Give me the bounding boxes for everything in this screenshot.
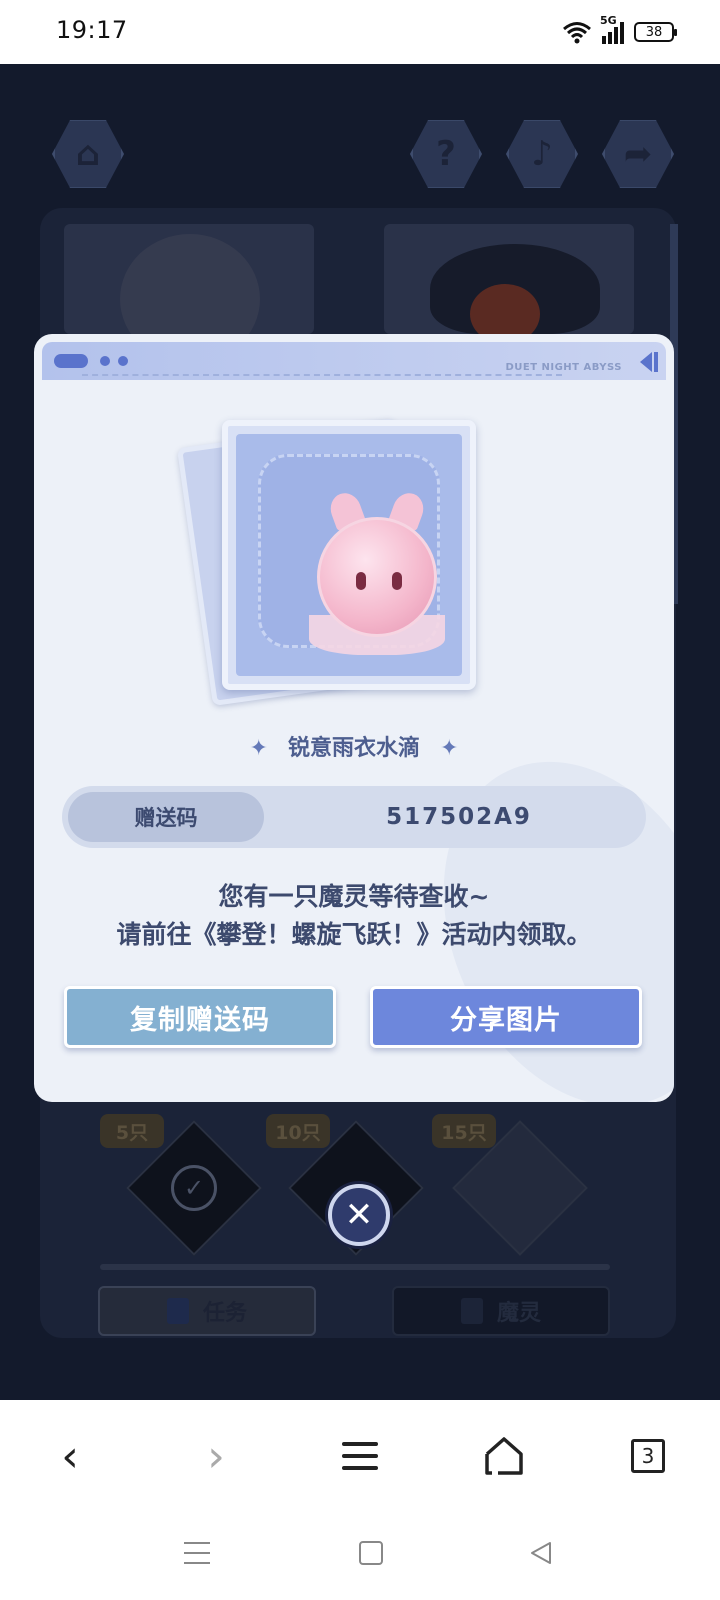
milestone-tag-15: 15只	[432, 1114, 496, 1148]
notice-line-1: 您有一只魔灵等待查收~	[218, 882, 490, 911]
card-front	[222, 420, 476, 690]
share-icon[interactable]: ➦	[602, 120, 674, 188]
tabs-button[interactable]: 3	[618, 1426, 678, 1486]
header-divider	[82, 374, 562, 376]
system-home-icon[interactable]	[356, 1538, 386, 1568]
back-icon[interactable]: ‹	[40, 1426, 100, 1486]
header-pill-icon	[54, 354, 88, 368]
milestone-progress-track	[100, 1264, 610, 1270]
forward-icon[interactable]: ›	[186, 1426, 246, 1486]
help-icon[interactable]: ?	[410, 120, 482, 188]
header-dot-icon	[100, 356, 110, 366]
header-dot-icon	[118, 356, 128, 366]
sparkle-icon: ✦	[249, 736, 268, 761]
system-navigation-bar	[0, 1510, 720, 1600]
gift-notice: 您有一只魔灵等待查收~ 请前往《攀登！螺旋飞跃！》活动内领取。	[34, 878, 674, 954]
tab-task-label: 任务	[202, 1301, 247, 1326]
recent-apps-icon[interactable]	[182, 1538, 212, 1568]
close-icon[interactable]: ✕	[328, 1184, 390, 1246]
gift-code-dialog: DUET NIGHT ABYSS ✦ 锐意雨衣水滴 ✦ 赠送码 517502A9…	[34, 334, 674, 1102]
check-icon: ✓	[171, 1165, 217, 1211]
wifi-icon	[563, 22, 591, 44]
milestone-tag-10: 10只	[266, 1114, 330, 1148]
tab-spirit[interactable]: 魔灵	[392, 1286, 610, 1336]
music-icon[interactable]: ♪	[506, 120, 578, 188]
gift-code-value[interactable]: 517502A9	[282, 786, 636, 848]
house-icon	[485, 1437, 523, 1475]
character-witch-hat	[430, 244, 600, 344]
milestone-tag-5: 5只	[100, 1114, 164, 1148]
gift-code-label: 赠送码	[68, 792, 264, 842]
status-bar: 19:17 5G 38	[0, 0, 720, 64]
header-bar-icon	[654, 352, 658, 372]
status-time: 19:17	[56, 16, 128, 44]
share-image-button[interactable]: 分享图片	[370, 986, 642, 1048]
tab-task[interactable]: 任务	[98, 1286, 316, 1336]
header-brand: DUET NIGHT ABYSS	[505, 362, 622, 373]
system-back-icon[interactable]	[526, 1538, 556, 1568]
battery-indicator: 38	[634, 22, 677, 42]
task-icon	[166, 1298, 189, 1324]
spirit-icon	[460, 1298, 483, 1324]
item-name: 锐意雨衣水滴	[287, 736, 420, 761]
browser-toolbar: ‹ › 3	[0, 1400, 720, 1510]
tab-spirit-label: 魔灵	[496, 1301, 541, 1326]
gift-code-row: 赠送码 517502A9	[62, 786, 646, 848]
raincoat-droplet-pet-image	[317, 517, 437, 637]
cellular-signal-icon: 5G	[600, 14, 624, 44]
copy-code-button[interactable]: 复制赠送码	[64, 986, 336, 1048]
browser-home-icon[interactable]	[474, 1426, 534, 1486]
item-title: ✦ 锐意雨衣水滴 ✦	[34, 730, 674, 762]
menu-icon[interactable]	[330, 1426, 390, 1486]
tab-count: 3	[631, 1439, 665, 1473]
notice-line-2: 请前往《攀登！螺旋飞跃！》活动内领取。	[116, 920, 592, 949]
header-arrow-icon	[640, 352, 652, 372]
home-icon[interactable]: ⌂	[52, 120, 124, 188]
status-icons: 5G 38	[562, 14, 677, 46]
item-card	[176, 412, 484, 712]
dialog-header: DUET NIGHT ABYSS	[42, 342, 666, 380]
sparkle-icon: ✦	[440, 736, 459, 761]
network-type: 5G	[600, 14, 617, 27]
